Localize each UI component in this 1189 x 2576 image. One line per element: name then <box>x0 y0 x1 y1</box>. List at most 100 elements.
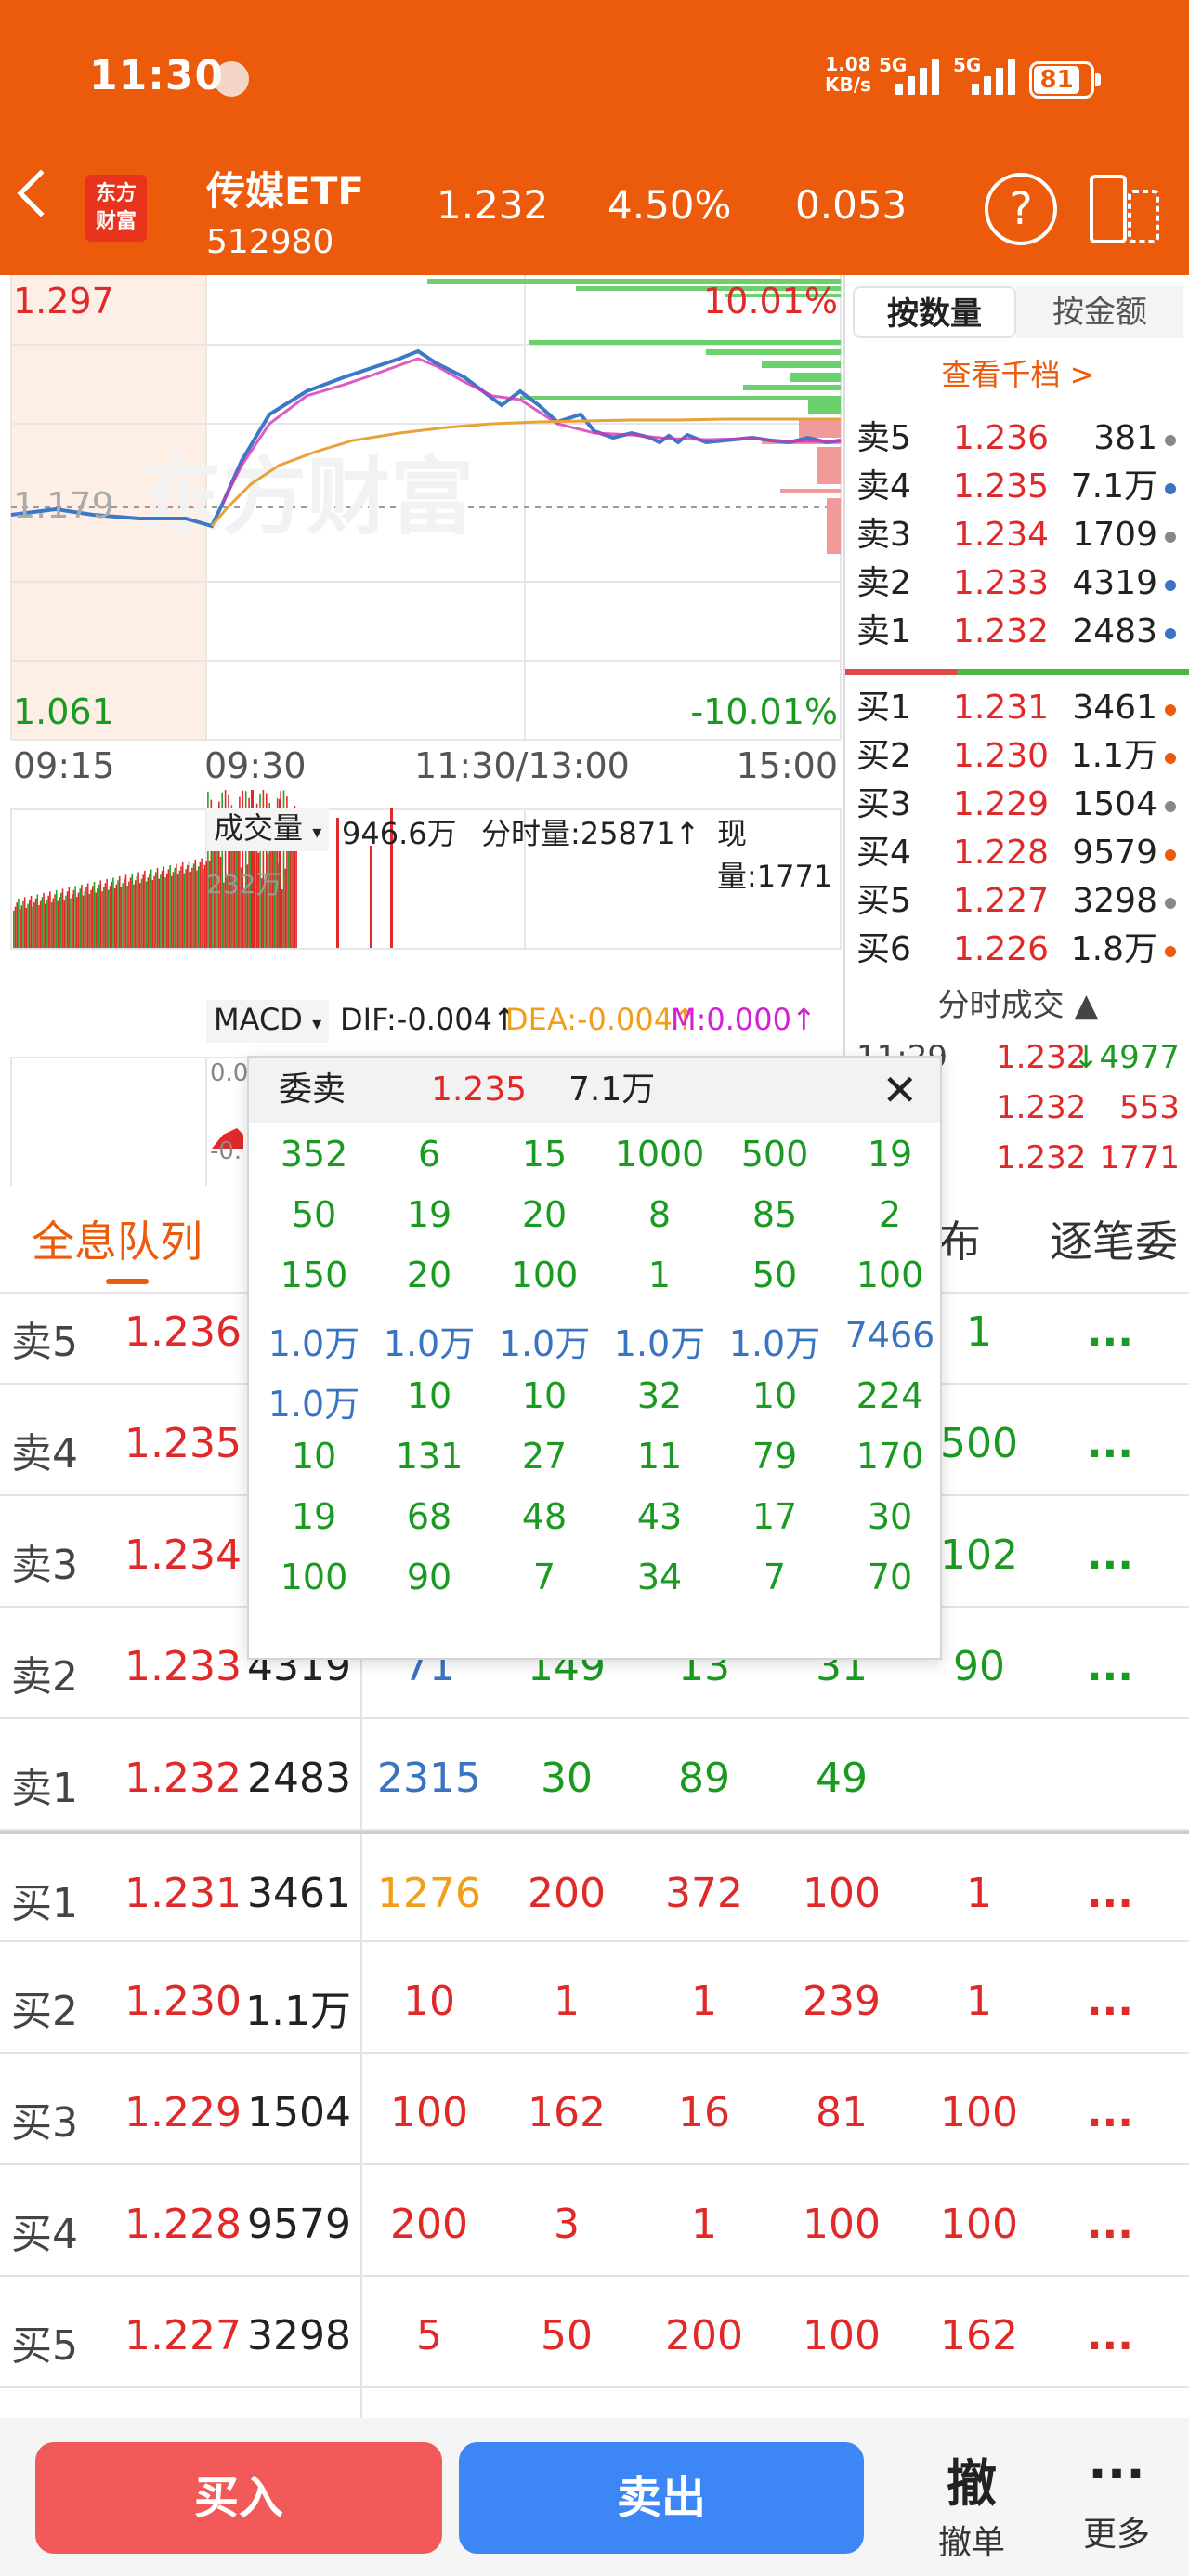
ask-row[interactable]: 卖5 1.236 381 <box>851 414 1185 463</box>
bid-row[interactable]: 买3 1.229 1504 <box>851 781 1185 829</box>
bid-volume: 3461 <box>1072 689 1157 727</box>
bid-row[interactable]: 买1 1.231 3461 <box>851 684 1185 732</box>
volume-bar <box>68 887 71 948</box>
battery-level: 81 <box>1034 66 1080 94</box>
ask-volume: 1709 <box>1072 516 1157 554</box>
trades-title[interactable]: 分时成交 ▲ <box>845 979 1189 1025</box>
queue-price: 1.229 <box>124 2089 242 2136</box>
more-icon[interactable]: ... <box>1087 2312 1133 2359</box>
ask-row[interactable]: 卖4 1.235 7.1万 <box>851 463 1185 511</box>
intraday-chart[interactable]: 东方财富 1.297 1.061 1.179 10.01% -10.01% 09… <box>0 275 843 1186</box>
bid-row[interactable]: 买4 1.228 9579 <box>851 829 1185 877</box>
volume-bar <box>187 864 189 948</box>
net-speed-unit: KB/s <box>825 73 871 96</box>
popup-cell: 2 <box>878 1194 902 1235</box>
ask-level: 卖5 <box>856 419 911 457</box>
popup-cell: 100 <box>856 1255 924 1295</box>
tick-volume-value: 分时量:25871 <box>481 816 675 851</box>
more-button[interactable]: ··· 更多 <box>1059 2442 1174 2556</box>
tab-by-amount[interactable]: 按金额 <box>1016 286 1183 338</box>
volume-bar <box>191 867 193 948</box>
ask-volume: 381 <box>1093 419 1157 457</box>
popup-cell: 8 <box>647 1194 672 1235</box>
close-icon[interactable]: ✕ <box>882 1058 918 1123</box>
more-icon[interactable]: ... <box>1087 1643 1133 1690</box>
ask-row[interactable]: 卖1 1.232 2483 <box>851 608 1185 656</box>
dot-icon <box>1165 898 1176 909</box>
volume-bar <box>295 848 297 948</box>
volume-bar <box>63 900 65 948</box>
volume-bar <box>77 892 80 948</box>
back-icon[interactable] <box>17 169 65 217</box>
macd-selector[interactable]: MACD ▾ <box>206 1000 330 1043</box>
popup-cell: 19 <box>867 1134 913 1175</box>
bid-level: 买4 <box>856 834 911 872</box>
volume-bar <box>139 883 141 948</box>
time-label: 11:30/13:00 <box>414 745 630 786</box>
macd-m: M:0.000↑ <box>671 1002 817 1037</box>
popup-cell: 170 <box>856 1436 924 1477</box>
volume-bar <box>25 908 28 948</box>
bid-price: 1.227 <box>953 882 1050 920</box>
volume-bar <box>174 867 176 948</box>
stock-name: 传媒ETF <box>206 168 365 214</box>
volume-bar <box>181 861 184 948</box>
wechat-icon <box>214 61 249 97</box>
bid-queue-row[interactable]: 买2 1.230 1.1万 10 1 1 239 1... <box>0 1942 1189 2054</box>
ask-queue-row[interactable]: 卖1 1.232 2483 2315 30 89 49 <box>0 1719 1189 1831</box>
bid-row[interactable]: 买6 1.226 1.8万 <box>851 926 1185 974</box>
queue-price: 1.232 <box>124 1755 242 1802</box>
bid-price: 1.229 <box>953 785 1050 823</box>
volume-bar <box>18 898 20 948</box>
more-icon[interactable]: ... <box>1087 1420 1133 1467</box>
help-icon[interactable]: ? <box>985 173 1057 245</box>
popup-cell: 90 <box>406 1557 452 1597</box>
queue-cell: 49 <box>816 1755 868 1802</box>
macd-dif-value: DIF:-0.004 <box>340 1002 492 1037</box>
bid-queue-row[interactable]: 买4 1.228 9579 200 3 1 100 100... <box>0 2165 1189 2277</box>
more-icon[interactable]: ... <box>1087 1870 1133 1917</box>
volume-bar <box>140 878 143 948</box>
bid-row[interactable]: 买2 1.230 1.1万 <box>851 732 1185 781</box>
volume-bar <box>163 866 165 948</box>
queue-volume: 3298 <box>247 2312 351 2359</box>
switch-stock-icon[interactable] <box>1089 173 1161 245</box>
header-change: 0.053 <box>795 182 908 228</box>
more-icon[interactable]: ... <box>1087 2089 1133 2136</box>
collapse-icon: ▲ <box>1074 987 1099 1024</box>
ask-row[interactable]: 卖2 1.233 4319 <box>851 559 1185 608</box>
tab-tick-orders[interactable]: 逐笔委 <box>1050 1208 1178 1269</box>
volume-selector[interactable]: 成交量 ▾ <box>206 808 330 851</box>
ask-row[interactable]: 卖3 1.234 1709 <box>851 511 1185 559</box>
view-thousand-levels-link[interactable]: 查看千档 > <box>845 351 1189 394</box>
volume-bar <box>108 889 110 948</box>
bid-queue-row[interactable]: 买3 1.229 1504 100 162 16 81 100... <box>0 2054 1189 2165</box>
volume-bar <box>120 887 123 948</box>
volume-bar <box>95 892 97 948</box>
sell-order-queue-popup: 委卖 1.235 7.1万 ✕ 352 6 15 1000 500 19 50 19 20 8 85… <box>247 1056 942 1660</box>
buy-button[interactable]: 买入 <box>35 2442 442 2554</box>
volume-bar <box>134 880 137 948</box>
volume-bar <box>101 891 103 948</box>
more-icon[interactable]: ... <box>1087 1978 1133 2025</box>
volume-bar <box>79 888 81 948</box>
bid-queue-row[interactable]: 买1 1.231 3461 1276 200 372 100 1... <box>0 1831 1189 1942</box>
app-root: 11:30 1.08 KB/s 5G 5G 81 东方 财富 传媒ETF 51298… <box>0 0 1189 2576</box>
bid-row[interactable]: 买5 1.227 3298 <box>851 877 1185 926</box>
volume-bar <box>86 883 89 948</box>
popup-cell: 10 <box>521 1375 568 1416</box>
more-icon[interactable]: ... <box>1087 1308 1133 1356</box>
tab-by-quantity[interactable]: 按数量 <box>853 286 1016 338</box>
volume-bar <box>142 874 144 948</box>
more-icon[interactable]: ... <box>1087 1531 1133 1579</box>
popup-cell: 6 <box>417 1134 441 1175</box>
more-icon[interactable]: ... <box>1087 2201 1133 2248</box>
volume-bar <box>54 894 56 948</box>
cancel-order-button[interactable]: 撤 撤单 <box>910 2442 1033 2564</box>
bid-queue-row[interactable]: 买5 1.227 3298 5 50 200 100 162... <box>0 2277 1189 2388</box>
chart-down-pct: -10.01% <box>690 691 838 732</box>
queue-cell: 100 <box>803 2312 881 2359</box>
chart-high: 1.297 <box>13 281 114 322</box>
tab-full-queue[interactable]: 全息队列 <box>32 1208 203 1269</box>
sell-button[interactable]: 卖出 <box>459 2442 864 2554</box>
